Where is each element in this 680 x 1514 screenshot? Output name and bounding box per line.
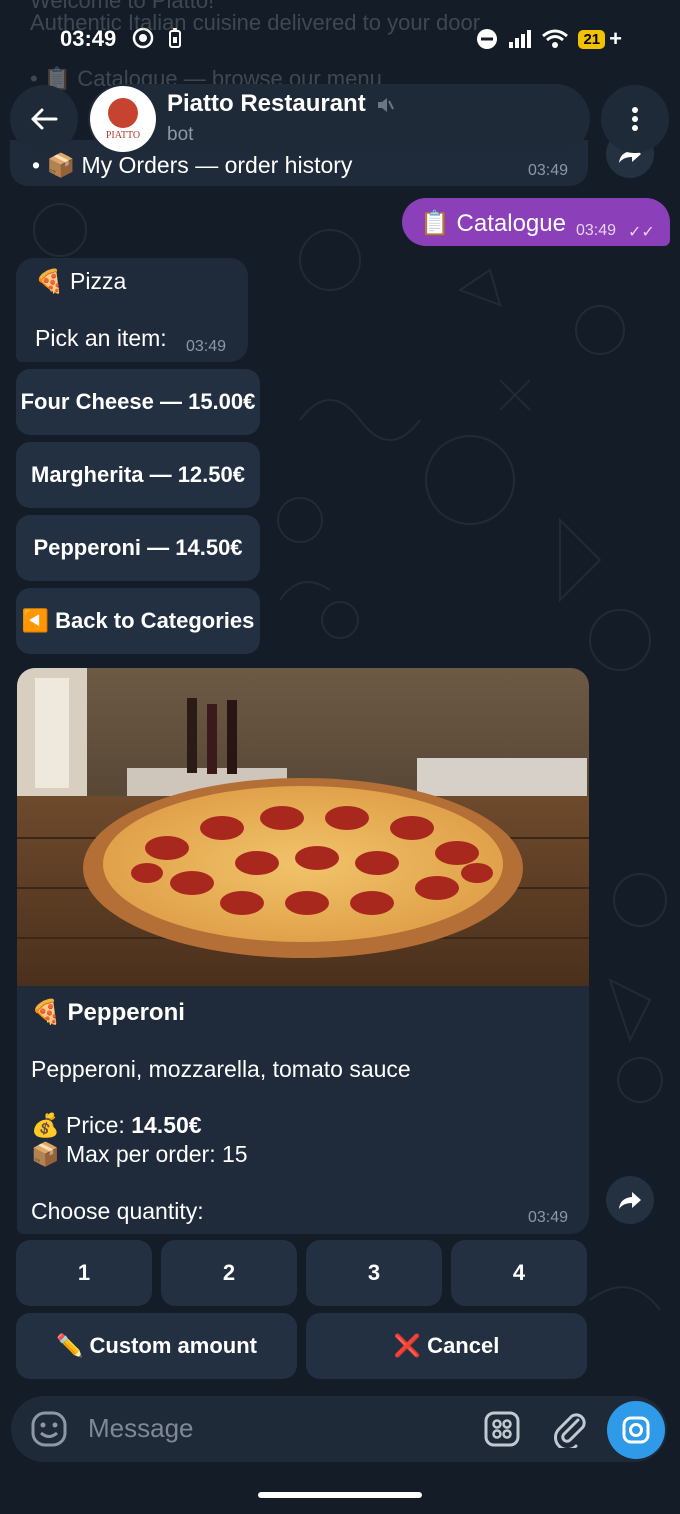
avatar[interactable]: PIATTO	[90, 86, 156, 152]
product-description: Pepperoni, mozzarella, tomato sauce	[31, 1056, 411, 1082]
item-button-four-cheese[interactable]: Four Cheese — 15.00€	[16, 369, 260, 435]
message-time: 03:49	[186, 338, 227, 355]
emoji-icon	[31, 1411, 67, 1447]
message-time: 03:49	[528, 1209, 569, 1226]
message-input[interactable]: Message	[88, 1413, 194, 1444]
item-button-margherita[interactable]: Margherita — 12.50€	[16, 442, 260, 508]
category-title: 🍕 Pizza	[35, 268, 127, 294]
ghost-text: Authentic Italian cuisine delivered to y…	[30, 10, 481, 35]
arrow-left-icon	[31, 108, 58, 130]
choose-quantity-text: Choose quantity:	[31, 1198, 204, 1224]
prompt-text: Pick an item:	[35, 325, 167, 351]
bot-keyboard-button[interactable]	[484, 1411, 520, 1447]
cancel-button[interactable]: ❌ Cancel	[306, 1313, 587, 1379]
forward-icon	[619, 1192, 641, 1209]
back-button[interactable]	[10, 85, 78, 153]
message-text: • 📦 My Orders — order history	[32, 152, 353, 178]
more-vertical-icon	[632, 107, 638, 131]
camera-icon	[622, 1416, 650, 1444]
forward-button[interactable]	[606, 1176, 654, 1224]
paperclip-icon	[554, 1413, 586, 1451]
item-button-pepperoni[interactable]: Pepperoni — 14.50€	[16, 515, 260, 581]
emoji-button[interactable]	[30, 1410, 68, 1448]
quantity-button-3[interactable]: 3	[306, 1240, 442, 1306]
product-price: 💰 Price: 14.50€	[31, 1112, 202, 1139]
home-indicator[interactable]	[258, 1492, 422, 1498]
product-max-per-order: 📦 Max per order: 15	[31, 1141, 248, 1167]
pizza-image	[17, 668, 589, 986]
message-time: 03:49	[576, 222, 617, 239]
avatar-label: PIATTO	[105, 129, 141, 141]
custom-amount-button[interactable]: ✏️ Custom amount	[16, 1313, 297, 1379]
wifi-icon	[542, 29, 569, 48]
read-check-icon: ✓✓	[628, 224, 655, 241]
chat-subtitle: bot	[167, 124, 194, 145]
attach-button[interactable]	[550, 1408, 590, 1451]
battery-indicator: 21	[578, 29, 606, 49]
message-time: 03:49	[528, 162, 569, 179]
signal-icon	[509, 30, 532, 48]
quantity-button-2[interactable]: 2	[161, 1240, 297, 1306]
price-label: 💰 Price:	[31, 1112, 132, 1138]
quantity-button-4[interactable]: 4	[451, 1240, 587, 1306]
keyboard-grid-icon	[484, 1411, 520, 1447]
price-value: 14.50€	[131, 1112, 202, 1138]
charging-icon: +	[609, 26, 622, 51]
camera-button[interactable]	[607, 1401, 665, 1459]
restaurant-logo-icon	[108, 97, 138, 128]
back-to-categories-button[interactable]: ◀️ Back to Categories	[16, 588, 260, 654]
chat-title-text: Piatto Restaurant	[167, 90, 366, 117]
product-title: 🍕 Pepperoni	[31, 999, 185, 1026]
pizza-photo[interactable]	[17, 668, 589, 986]
more-options-button[interactable]	[601, 85, 669, 153]
quantity-button-1[interactable]: 1	[16, 1240, 152, 1306]
muted-icon	[378, 97, 395, 112]
chat-title[interactable]: Piatto Restaurant	[167, 90, 395, 118]
outgoing-message-text: 📋 Catalogue	[420, 210, 566, 237]
